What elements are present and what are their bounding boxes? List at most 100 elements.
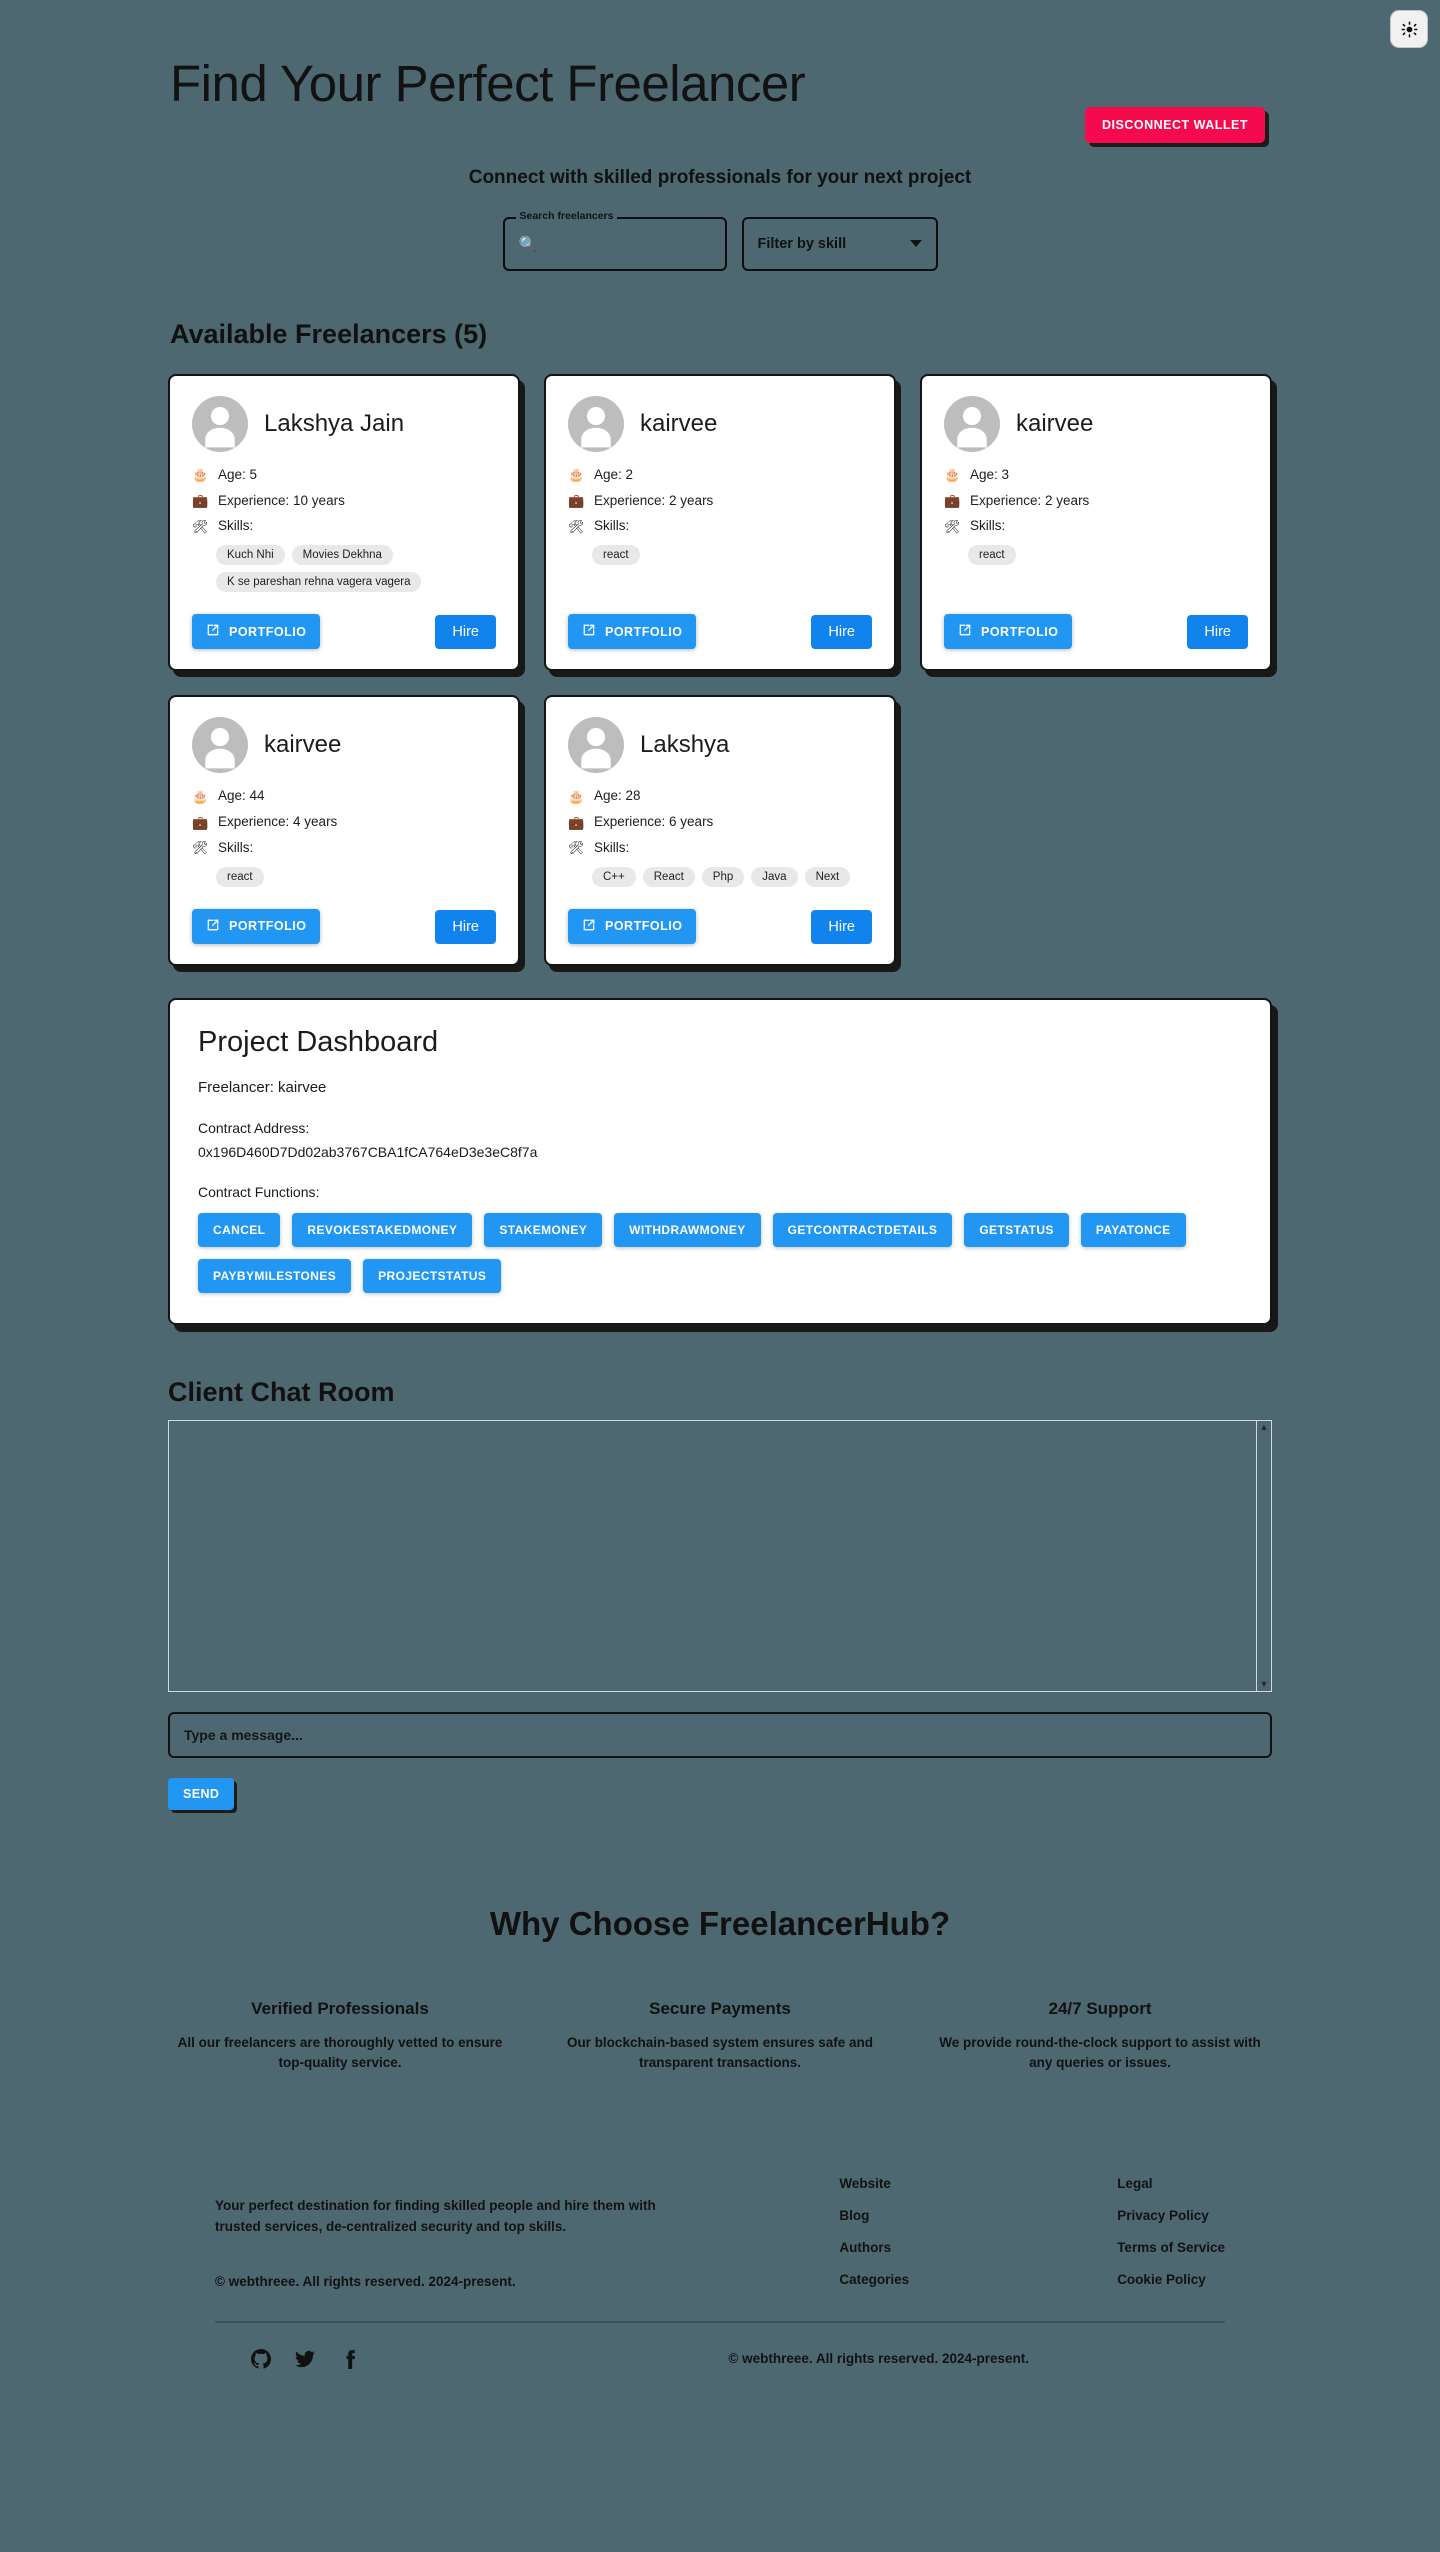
freelancer-experience: Experience: 10 years [218,492,345,508]
briefcase-icon: 💼 [944,492,961,508]
contract-function-button[interactable]: GETSTATUS [964,1212,1069,1247]
skill-chip: C++ [592,866,636,887]
portfolio-button[interactable]: PORTFOLIO [568,614,697,650]
freelancer-card-header: Lakshya [568,717,872,774]
skill-chip: react [592,545,640,566]
tools-icon: 🛠 [568,840,585,856]
footer-link-column: Website Blog Authors Categories [839,2176,909,2287]
chat-message-input[interactable]: Type a message... [168,1711,1272,1758]
cake-icon: 🎂 [568,466,585,482]
avatar [568,717,624,774]
skill-chip: K se pareshan rehna vagera vagera [216,572,422,593]
contract-function-button[interactable]: PAYBYMILESTONES [198,1258,352,1293]
briefcase-icon: 💼 [568,814,585,830]
contract-function-button[interactable]: REVOKESTAKEDMONEY [292,1212,473,1247]
freelancer-name: Lakshya [640,731,730,759]
avatar [192,717,248,774]
disconnect-wallet-button[interactable]: DISCONNECT WALLET [1085,107,1265,143]
facebook-icon[interactable] [339,2349,359,2369]
portfolio-button[interactable]: PORTFOLIO [568,908,697,944]
footer-link[interactable]: Website [839,2176,909,2191]
portfolio-button-label: PORTFOLIO [229,624,307,639]
contract-function-button[interactable]: PAYATONCE [1080,1212,1186,1247]
available-freelancers-heading: Available Freelancers (5) [170,318,488,349]
footer-link[interactable]: Cookie Policy [1117,2272,1225,2287]
search-icon: 🔍 [518,235,538,253]
skill-chip: Php [701,866,745,887]
tools-icon: 🛠 [192,518,209,534]
freelancer-age-row: 🎂 Age: 5 [192,466,496,485]
external-link-icon [582,918,596,935]
contract-function-button[interactable]: CANCEL [198,1212,281,1247]
freelancer-experience-row: 💼 Experience: 10 years [192,492,496,511]
footer-link[interactable]: Terms of Service [1117,2240,1225,2255]
footer-link[interactable]: Privacy Policy [1117,2208,1225,2223]
freelancer-experience-row: 💼 Experience: 6 years [568,813,872,832]
avatar [944,395,1000,452]
freelancer-age: Age: 3 [970,466,1010,482]
social-links [251,2348,359,2369]
scroll-down-arrow-icon[interactable]: ▼ [1260,1678,1269,1691]
external-link-icon [958,623,972,640]
chat-messages-area[interactable]: ▲ ▼ [168,1419,1272,1692]
footer-link[interactable]: Legal [1117,2176,1225,2191]
why-choose-item-text: Our blockchain-based system ensures safe… [566,2034,874,2070]
portfolio-button[interactable]: PORTFOLIO [192,614,321,650]
freelancer-age: Age: 44 [218,788,265,804]
scroll-up-arrow-icon[interactable]: ▲ [1260,1421,1269,1434]
freelancer-skills-label: Skills: [970,518,1006,534]
contract-function-button[interactable]: WITHDRAWMONEY [614,1212,761,1247]
contract-function-button[interactable]: STAKEMONEY [484,1212,603,1247]
freelancer-skills-label: Skills: [218,840,254,856]
footer-link[interactable]: Categories [839,2272,909,2287]
contract-functions-label: Contract Functions: [198,1183,320,1200]
hire-button[interactable]: Hire [1187,615,1248,650]
tools-icon: 🛠 [192,840,209,856]
search-input-wrapper[interactable]: Search freelancers 🔍 [502,211,727,271]
freelancer-age: Age: 2 [594,466,634,482]
chevron-down-icon [909,240,922,248]
why-choose-item-heading: 24/7 Support [1048,1998,1152,2018]
freelancer-skills-row: 🛠 Skills: [944,517,1248,536]
freelancer-age-row: 🎂 Age: 28 [568,787,872,806]
freelancer-age-row: 🎂 Age: 44 [192,787,496,806]
skill-chip-list: react [592,545,872,566]
twitter-icon[interactable] [295,2349,315,2369]
freelancer-grid-container: Lakshya Jain 🎂 Age: 5 💼 Experience: 10 years… [0,373,1440,966]
freelancer-skills-row: 🛠 Skills: [568,517,872,536]
portfolio-button[interactable]: PORTFOLIO [944,614,1073,650]
skill-chip: Next [804,866,851,887]
project-dashboard: Project Dashboard Freelancer: kairvee Co… [168,997,1272,1325]
contract-function-button[interactable]: GETCONTRACTDETAILS [772,1212,953,1247]
why-choose-section: Why Choose FreelancerHub? Verified Profe… [0,1905,1440,2072]
freelancer-experience-row: 💼 Experience: 4 years [192,813,496,832]
footer-link[interactable]: Authors [839,2240,909,2255]
footer-link[interactable]: Blog [839,2208,909,2223]
chat-scrollbar[interactable]: ▲ ▼ [1256,1420,1271,1691]
page-header: Find Your Perfect Freelancer DISCONNECT … [0,0,1440,189]
hire-button[interactable]: Hire [435,909,496,944]
github-icon[interactable] [251,2348,271,2369]
portfolio-button-label: PORTFOLIO [605,624,683,639]
hire-button[interactable]: Hire [811,909,872,944]
search-input-label: Search freelancers [515,211,618,222]
skill-chip: react [216,866,264,887]
contract-function-button[interactable]: PROJECTSTATUS [363,1258,502,1293]
freelancer-card-actions: PORTFOLIO Hire [568,887,872,944]
freelancer-experience: Experience: 2 years [594,492,714,508]
portfolio-button[interactable]: PORTFOLIO [192,908,321,944]
portfolio-button-label: PORTFOLIO [981,624,1059,639]
freelancer-card-actions: PORTFOLIO Hire [944,592,1248,650]
skill-filter-select[interactable]: Filter by skill [741,216,938,271]
footer-bottom-copyright: © webthreee. All rights reserved. 2024-p… [728,2351,1029,2367]
send-message-button[interactable]: SEND [168,1777,235,1810]
hire-button[interactable]: Hire [435,615,496,650]
briefcase-icon: 💼 [568,492,585,508]
contract-address-value: 0x196D460D7Dd02ab3767CBA1fCA764eD3e3eC8f… [198,1143,538,1160]
freelancer-grid: Lakshya Jain 🎂 Age: 5 💼 Experience: 10 years… [168,373,1272,966]
why-choose-item: Verified Professionals All our freelancer… [150,1999,530,2072]
freelancer-card-header: Lakshya Jain [192,395,496,452]
freelancer-card-actions: PORTFOLIO Hire [568,592,872,650]
hire-button[interactable]: Hire [811,615,872,650]
footer-link-column: Legal Privacy Policy Terms of Service Cooki… [1117,2176,1225,2287]
